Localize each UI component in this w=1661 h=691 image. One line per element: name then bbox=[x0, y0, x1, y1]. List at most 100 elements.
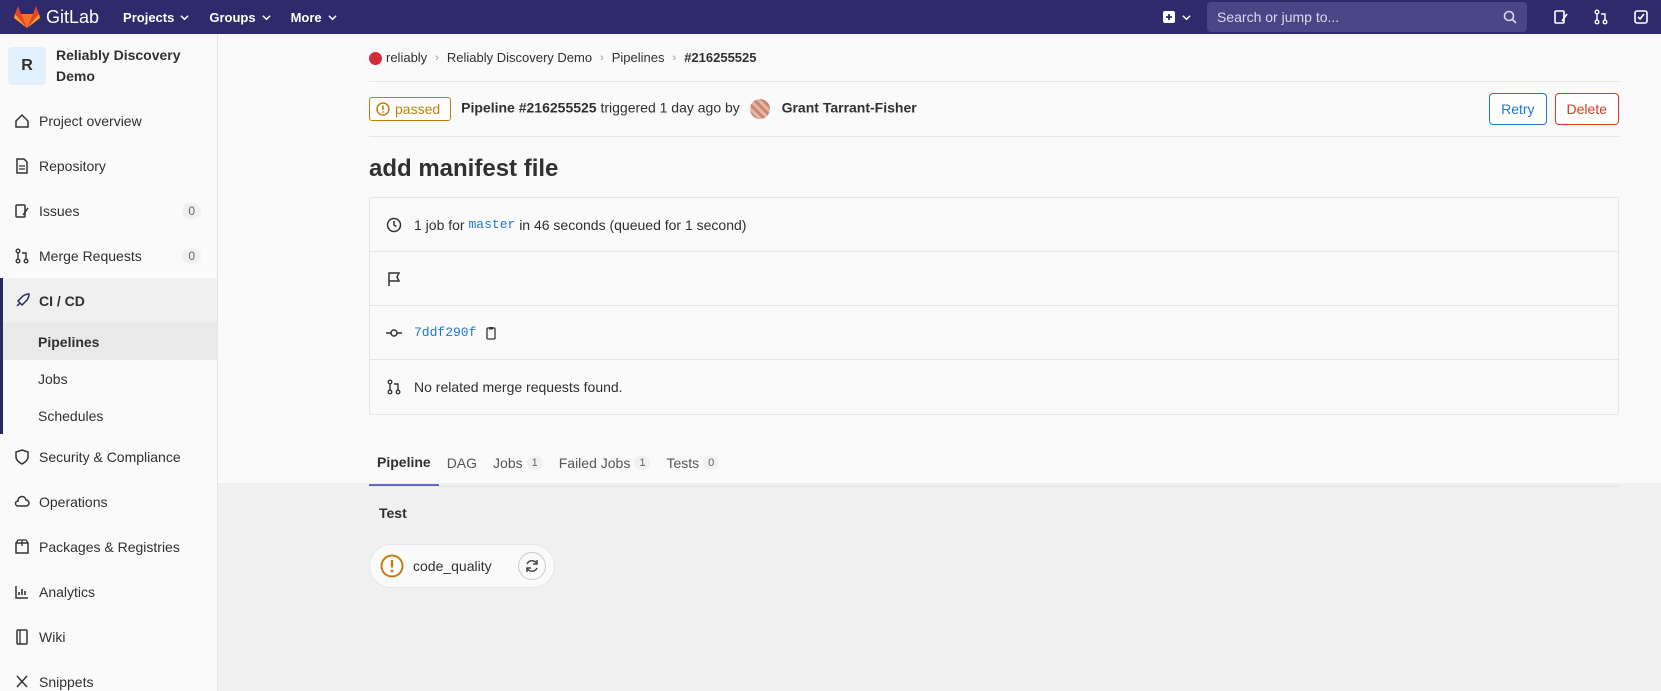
tab-label: Failed Jobs bbox=[558, 454, 631, 471]
nav-projects[interactable]: Projects bbox=[123, 10, 189, 25]
tab-label: Pipeline bbox=[377, 453, 431, 470]
scissors-icon bbox=[16, 674, 28, 688]
sidebar-item-project-overview[interactable]: Project overview bbox=[0, 98, 217, 143]
pipeline-header-text: Pipeline #216255525 triggered 1 day ago … bbox=[461, 99, 917, 119]
sidebar-subitem-schedules[interactable]: Schedules bbox=[3, 397, 217, 434]
issues-nav-button[interactable] bbox=[1541, 0, 1581, 34]
nav-projects-label: Projects bbox=[123, 9, 175, 25]
pipeline-tabs: Pipeline DAG Jobs 1 Failed Jobs 1 Tests … bbox=[369, 423, 1619, 487]
breadcrumb-separator-icon: › bbox=[600, 51, 604, 64]
sidebar-item-repository[interactable]: Repository bbox=[0, 143, 217, 188]
job-name: code_quality bbox=[413, 558, 492, 574]
tab-count-badge: 1 bbox=[634, 455, 651, 470]
tab-label: Jobs bbox=[493, 454, 523, 471]
group-avatar bbox=[369, 52, 382, 66]
jobs-duration-row: 1 job for master in 46 seconds (queued f… bbox=[370, 198, 1618, 252]
branch-link[interactable]: master bbox=[468, 217, 515, 232]
header-actions: Retry Delete bbox=[1489, 93, 1619, 125]
chevron-down-icon bbox=[328, 14, 337, 20]
breadcrumb: reliably › Reliably Discovery Demo › Pip… bbox=[369, 34, 1619, 82]
main-nav: Projects Groups More bbox=[123, 0, 357, 34]
merge-requests-nav-button[interactable] bbox=[1581, 0, 1621, 34]
sidebar-item-label: Wiki bbox=[39, 628, 66, 645]
chevron-down-icon bbox=[261, 14, 271, 20]
jobs-suffix: in 46 seconds (queued for 1 second) bbox=[519, 216, 747, 233]
tab-jobs[interactable]: Jobs 1 bbox=[485, 439, 551, 486]
package-icon bbox=[15, 538, 29, 554]
new-dropdown-button[interactable] bbox=[1162, 10, 1191, 24]
avatar[interactable] bbox=[749, 99, 770, 119]
gitlab-home-link[interactable]: GitLab bbox=[14, 0, 99, 34]
commit-sha-link[interactable]: 7ddf290f bbox=[414, 325, 476, 340]
breadcrumb-group[interactable]: reliably bbox=[369, 49, 428, 66]
gitlab-logo-icon bbox=[14, 6, 40, 28]
project-header[interactable]: R Reliably Discovery Demo bbox=[0, 34, 217, 98]
sidebar-item-label: Repository bbox=[39, 157, 106, 174]
sidebar-item-issues[interactable]: Issues 0 bbox=[0, 188, 217, 233]
main-content: reliably › Reliably Discovery Demo › Pip… bbox=[369, 34, 1619, 487]
sidebar-item-label: Snippets bbox=[39, 673, 94, 690]
sidebar-item-wiki[interactable]: Wiki bbox=[0, 614, 217, 659]
nav-more[interactable]: More bbox=[291, 10, 337, 25]
sidebar-item-label: Operations bbox=[39, 493, 108, 510]
status-badge-label: passed bbox=[395, 101, 441, 117]
sidebar-subitem-pipelines[interactable]: Pipelines bbox=[3, 323, 217, 360]
nav-more-label: More bbox=[290, 9, 322, 25]
tab-count-badge: 0 bbox=[703, 455, 720, 470]
flag-icon bbox=[388, 271, 401, 286]
sidebar-item-packages[interactable]: Packages & Registries bbox=[0, 524, 217, 569]
merge-requests-count-badge: 0 bbox=[182, 247, 201, 264]
merge-request-icon bbox=[15, 248, 29, 263]
delete-button[interactable]: Delete bbox=[1554, 93, 1619, 125]
shield-icon bbox=[15, 448, 29, 465]
sidebar-item-merge-requests[interactable]: Merge Requests 0 bbox=[0, 233, 217, 278]
navbar-right bbox=[1162, 0, 1661, 34]
search-input[interactable] bbox=[1217, 9, 1487, 25]
breadcrumb-project[interactable]: Reliably Discovery Demo bbox=[447, 50, 592, 65]
cicd-submenu: Pipelines Jobs Schedules bbox=[0, 323, 217, 434]
tab-dag[interactable]: DAG bbox=[439, 439, 485, 486]
top-navbar: GitLab Projects Groups More bbox=[0, 0, 1661, 34]
todos-nav-button[interactable] bbox=[1621, 0, 1661, 34]
breadcrumb-current[interactable]: #216255525 bbox=[684, 50, 756, 65]
sidebar-subitem-jobs[interactable]: Jobs bbox=[3, 360, 217, 397]
job-code-quality[interactable]: code_quality bbox=[369, 544, 555, 588]
sidebar-item-analytics[interactable]: Analytics bbox=[0, 569, 217, 614]
clock-icon bbox=[386, 217, 402, 232]
search-box bbox=[1207, 2, 1527, 32]
chevron-down-icon bbox=[1182, 14, 1191, 20]
project-avatar: R bbox=[8, 47, 46, 85]
home-icon bbox=[15, 113, 29, 128]
nav-groups[interactable]: Groups bbox=[209, 10, 271, 25]
project-sidebar: R Reliably Discovery Demo Project overvi… bbox=[0, 34, 218, 691]
sidebar-item-operations[interactable]: Operations bbox=[0, 479, 217, 524]
copy-clipboard-icon[interactable] bbox=[484, 326, 498, 340]
sidebar-item-ci-cd[interactable]: CI / CD bbox=[0, 278, 217, 323]
sidebar-item-security[interactable]: Security & Compliance bbox=[0, 434, 217, 479]
brand-name: GitLab bbox=[46, 6, 100, 27]
book-icon bbox=[16, 628, 28, 645]
tags-row bbox=[370, 252, 1618, 306]
sidebar-item-label: Packages & Registries bbox=[39, 538, 180, 555]
breadcrumb-separator-icon: › bbox=[435, 51, 439, 64]
retry-button[interactable]: Retry bbox=[1489, 93, 1547, 125]
triggered-by-user[interactable]: Grant Tarrant-Fisher bbox=[782, 100, 917, 116]
plus-square-icon bbox=[1163, 11, 1175, 23]
breadcrumb-group-label: reliably bbox=[386, 49, 428, 65]
merge-request-icon bbox=[387, 379, 401, 395]
job-retry-button[interactable] bbox=[518, 552, 546, 580]
warning-status-icon bbox=[376, 102, 390, 116]
tab-failed-jobs[interactable]: Failed Jobs 1 bbox=[551, 439, 659, 486]
sidebar-item-snippets[interactable]: Snippets bbox=[0, 659, 217, 691]
sidebar-item-label: Security & Compliance bbox=[39, 448, 181, 465]
tab-pipeline[interactable]: Pipeline bbox=[369, 439, 439, 486]
tab-tests[interactable]: Tests 0 bbox=[658, 439, 727, 486]
chevron-down-icon bbox=[180, 14, 189, 20]
status-badge[interactable]: passed bbox=[369, 97, 452, 121]
merge-request-icon bbox=[1594, 9, 1608, 25]
search-icon bbox=[1503, 10, 1517, 24]
jobs-prefix: 1 job for bbox=[414, 216, 465, 233]
breadcrumb-pipelines[interactable]: Pipelines bbox=[612, 50, 665, 65]
merge-requests-row: No related merge requests found. bbox=[370, 360, 1618, 414]
retry-icon bbox=[526, 560, 538, 572]
